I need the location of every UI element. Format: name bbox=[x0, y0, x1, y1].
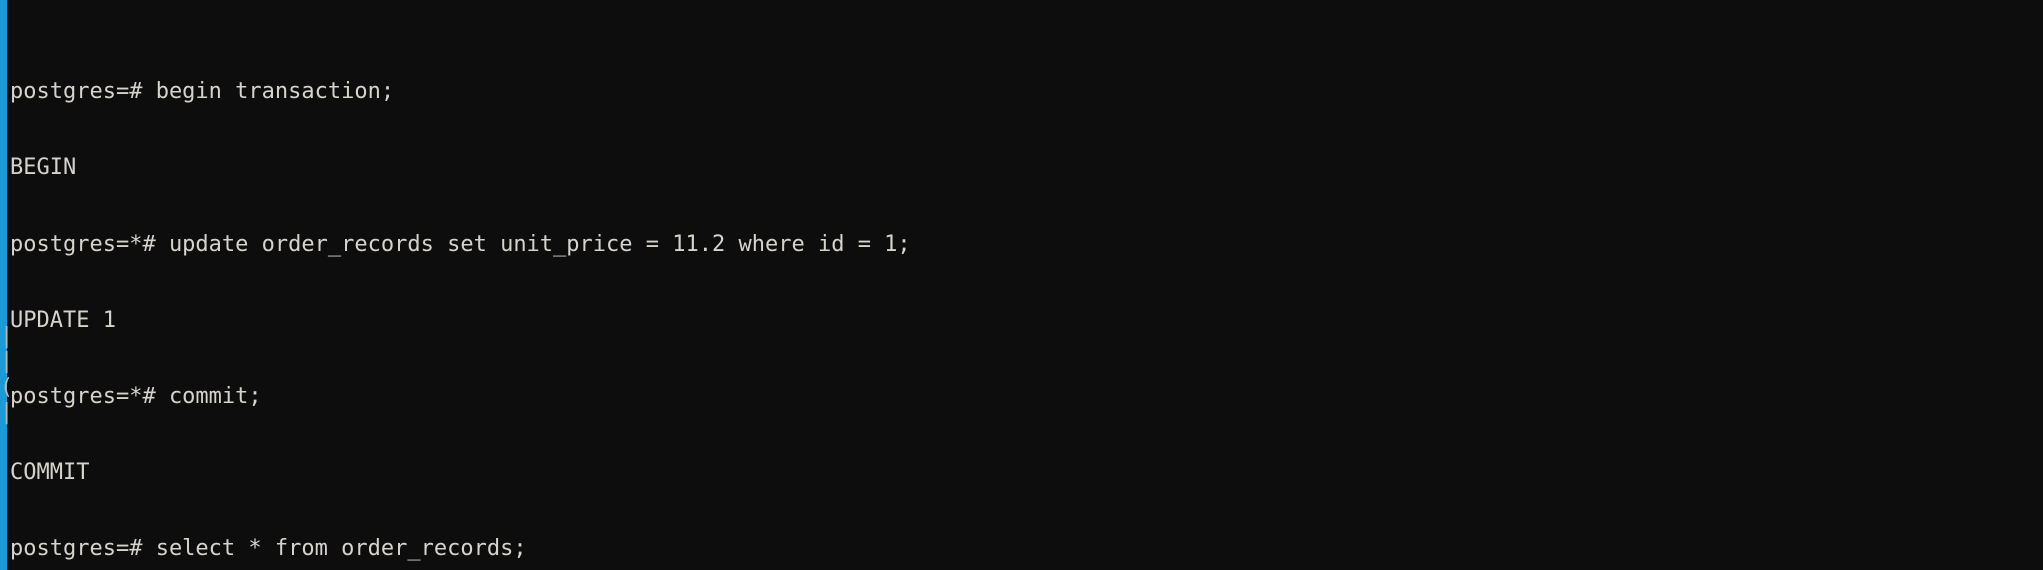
edge-artifact-row4: ( bbox=[0, 375, 9, 400]
command-line-select: postgres=# select * from order_records; bbox=[10, 536, 527, 562]
command-line-begin-transaction: postgres=# begin transaction; bbox=[10, 79, 395, 105]
terminal-window[interactable]: | | ( | postgres=# begin transaction; BE… bbox=[0, 0, 2043, 570]
command-line-commit: postgres=*# commit; bbox=[10, 384, 262, 410]
edge-artifact-footer: | bbox=[0, 400, 9, 425]
edge-artifact-row2: | bbox=[0, 324, 9, 349]
response-line-update-count: UPDATE 1 bbox=[10, 307, 116, 333]
edge-artifact-row3: | bbox=[0, 349, 9, 374]
response-line-commit: COMMIT bbox=[10, 460, 90, 486]
left-accent-bar bbox=[0, 0, 7, 570]
terminal-output: postgres=# begin transaction; BEGIN post… bbox=[0, 3, 2043, 570]
response-line-begin: BEGIN bbox=[10, 155, 77, 181]
command-line-update: postgres=*# update order_records set uni… bbox=[10, 231, 911, 257]
